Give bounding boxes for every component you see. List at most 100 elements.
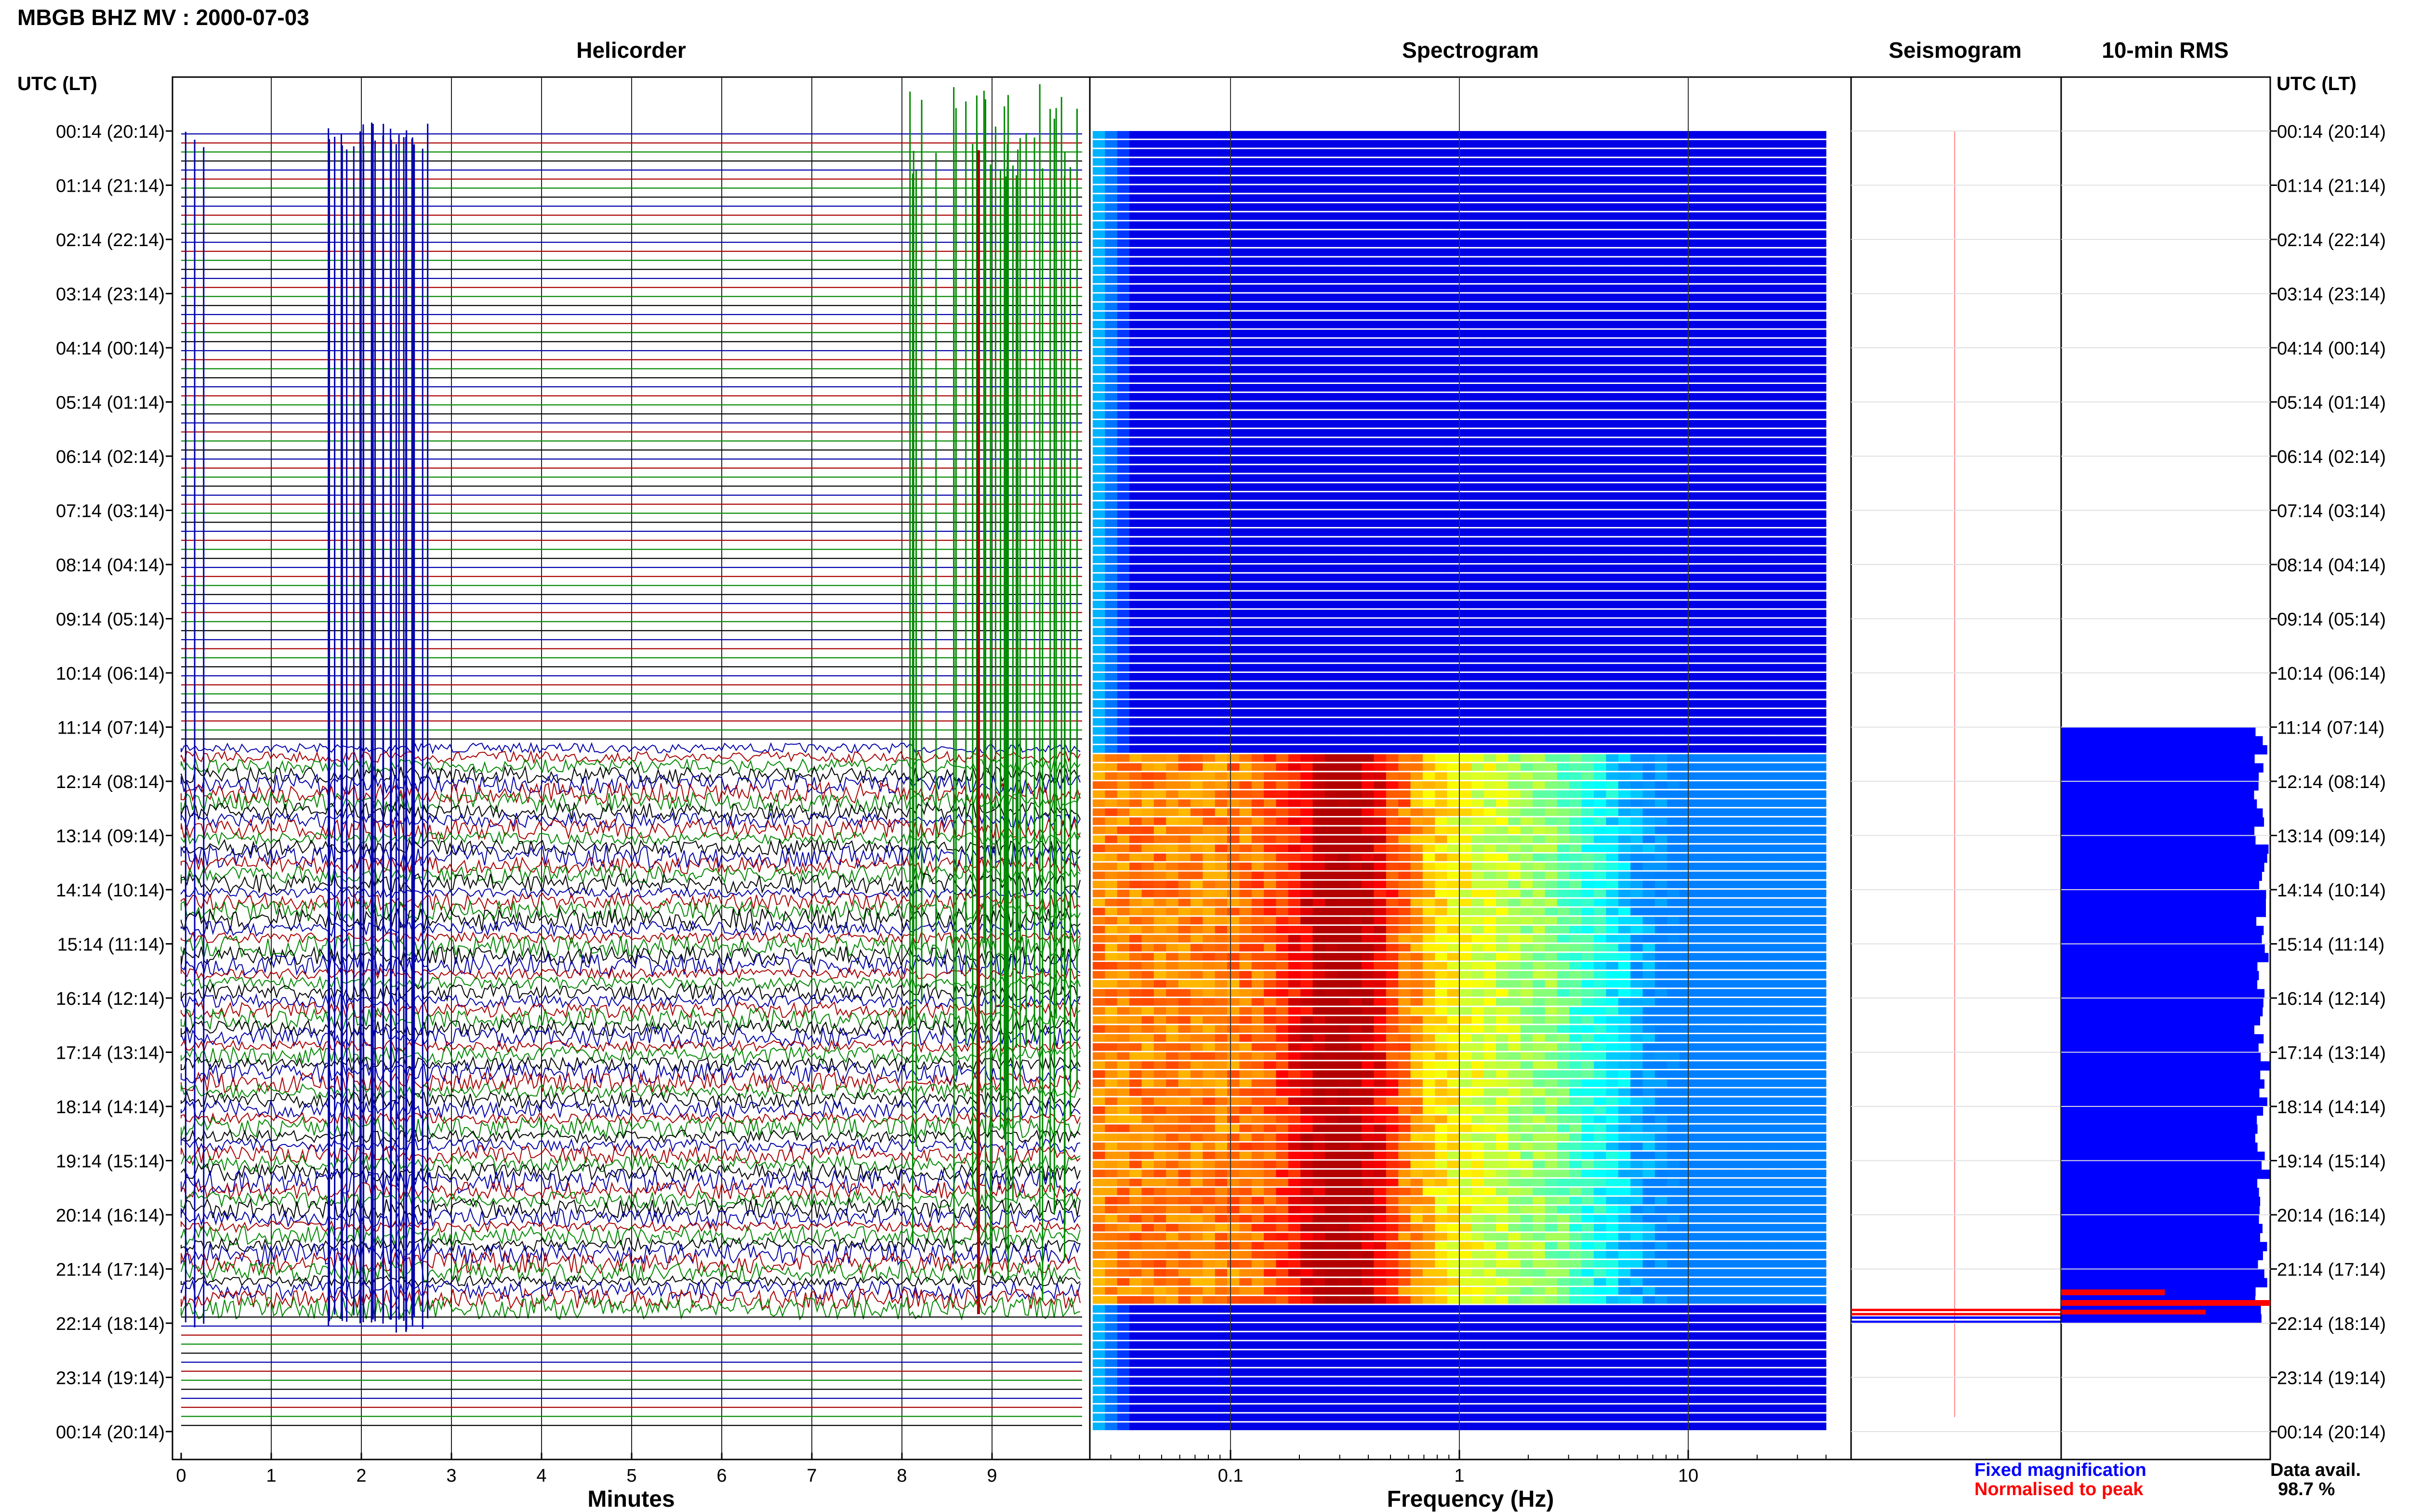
spectrogram-cell	[1215, 384, 1228, 392]
spectrogram-cell	[1496, 483, 1509, 491]
spectrogram-cell	[1459, 718, 1472, 726]
spectrogram-cell	[1190, 718, 1203, 726]
spectrogram-cell	[1178, 763, 1191, 771]
spectrogram-cell	[1362, 465, 1375, 473]
spectrogram-cell	[1190, 221, 1203, 229]
spectrogram-cell	[1398, 655, 1411, 663]
spectrogram-cell	[1740, 230, 1753, 238]
spectrogram-cell	[1190, 745, 1203, 753]
spectrogram-cell	[1533, 492, 1546, 500]
spectrogram-cell	[1520, 645, 1533, 654]
spectrogram-cell	[1581, 149, 1594, 157]
spectrogram-cell	[1288, 709, 1301, 717]
spectrogram-cell	[1813, 339, 1827, 347]
spectrogram-cell	[1227, 429, 1240, 437]
spectrogram-cell	[1251, 844, 1264, 853]
spectrogram-cell	[1410, 637, 1423, 644]
spectrogram-cell	[1471, 582, 1484, 591]
spectrogram-cell	[1740, 700, 1753, 708]
spectrogram-cell	[1447, 573, 1460, 581]
spectrogram-cell	[1349, 420, 1362, 428]
spectrogram-cell	[1667, 645, 1680, 654]
spectrogram-cell	[1728, 221, 1741, 229]
spectrogram-cell	[1520, 339, 1533, 347]
spectrogram-cell	[1594, 727, 1606, 735]
spectrogram-cell	[1692, 248, 1704, 256]
spectrogram-cell	[1765, 438, 1778, 446]
spectrogram-cell	[1153, 339, 1166, 347]
spectrogram-cell	[1215, 276, 1228, 283]
spectrogram-cell	[1569, 393, 1582, 401]
spectrogram-cell	[1447, 402, 1460, 410]
spectrogram-cell	[1594, 637, 1606, 644]
spectrogram-cell	[1093, 573, 1105, 581]
spectrogram-cell	[1569, 573, 1582, 581]
spectrogram-cell	[1692, 645, 1704, 654]
spectrogram-cell	[1642, 546, 1655, 554]
spectrogram-cell	[1239, 339, 1252, 347]
spectrogram-cell	[1483, 808, 1496, 816]
spectrogram-cell	[1251, 203, 1264, 211]
spectrogram-cell	[1704, 546, 1717, 554]
spectrogram-cell	[1264, 826, 1277, 834]
spectrogram-cell	[1337, 447, 1350, 455]
spectrogram-cell	[1264, 320, 1277, 329]
spectrogram-cell	[1667, 727, 1680, 735]
spectrogram-cell	[1679, 429, 1692, 437]
spectrogram-cell	[1264, 420, 1277, 428]
spectrogram-cell	[1813, 140, 1827, 148]
spectrogram-cell	[1276, 384, 1289, 392]
spectrogram-cell	[1533, 248, 1546, 256]
spectrogram-cell	[1325, 447, 1337, 455]
spectrogram-cell	[1520, 700, 1533, 708]
spectrogram-cell	[1459, 628, 1472, 636]
spectrogram-cell	[1398, 185, 1411, 193]
spectrogram-cell	[1716, 709, 1729, 717]
spectrogram-cell	[1153, 727, 1166, 735]
spectrogram-cell	[1141, 835, 1154, 843]
spectrogram-cell	[1716, 727, 1729, 735]
spectrogram-cell	[1679, 158, 1692, 166]
spectrogram-cell	[1740, 637, 1753, 644]
spectrogram-cell	[1606, 763, 1619, 771]
spectrogram-cell	[1203, 194, 1216, 202]
spectrogram-cell	[1386, 131, 1399, 139]
spectrogram-cell	[1813, 637, 1827, 644]
spectrogram-cell	[1704, 573, 1717, 581]
spectrogram-cell	[1386, 312, 1399, 319]
spectrogram-cell	[1545, 312, 1558, 319]
spectrogram-cell	[1447, 176, 1460, 184]
spectrogram-cell	[1141, 601, 1154, 608]
spectrogram-cell	[1105, 149, 1118, 157]
spectrogram-cell	[1300, 312, 1313, 319]
spectrogram-cell	[1667, 293, 1680, 302]
spectrogram-cell	[1215, 826, 1228, 834]
spectrogram-cell	[1435, 573, 1448, 581]
spectrogram-cell	[1422, 790, 1435, 798]
spectrogram-cell	[1752, 411, 1765, 419]
spectrogram-cell	[1300, 682, 1313, 690]
spectrogram-cell	[1606, 438, 1619, 446]
spectrogram-cell	[1655, 329, 1668, 338]
spectrogram-cell	[1447, 501, 1460, 509]
spectrogram-cell	[1777, 573, 1790, 581]
spectrogram-cell	[1374, 329, 1387, 338]
spectrogram-cell	[1288, 655, 1301, 663]
spectrogram-cell	[1777, 700, 1790, 708]
spectrogram-cell	[1777, 817, 1790, 825]
spectrogram-cell	[1752, 384, 1765, 392]
spectrogram-cell	[1288, 393, 1301, 401]
spectrogram-cell	[1093, 492, 1105, 500]
spectrogram-cell	[1728, 393, 1741, 401]
spectrogram-cell	[1105, 718, 1118, 726]
spectrogram-cell	[1435, 601, 1448, 608]
spectrogram-cell	[1789, 736, 1802, 744]
spectrogram-cell	[1679, 645, 1692, 654]
spectrogram-cell	[1276, 799, 1289, 807]
spectrogram-cell	[1398, 483, 1411, 491]
spectrogram-cell	[1471, 366, 1484, 374]
spectrogram-cell	[1349, 474, 1362, 482]
spectrogram-cell	[1533, 808, 1546, 816]
spectrogram-cell	[1386, 573, 1399, 581]
spectrogram-cell	[1533, 176, 1546, 184]
